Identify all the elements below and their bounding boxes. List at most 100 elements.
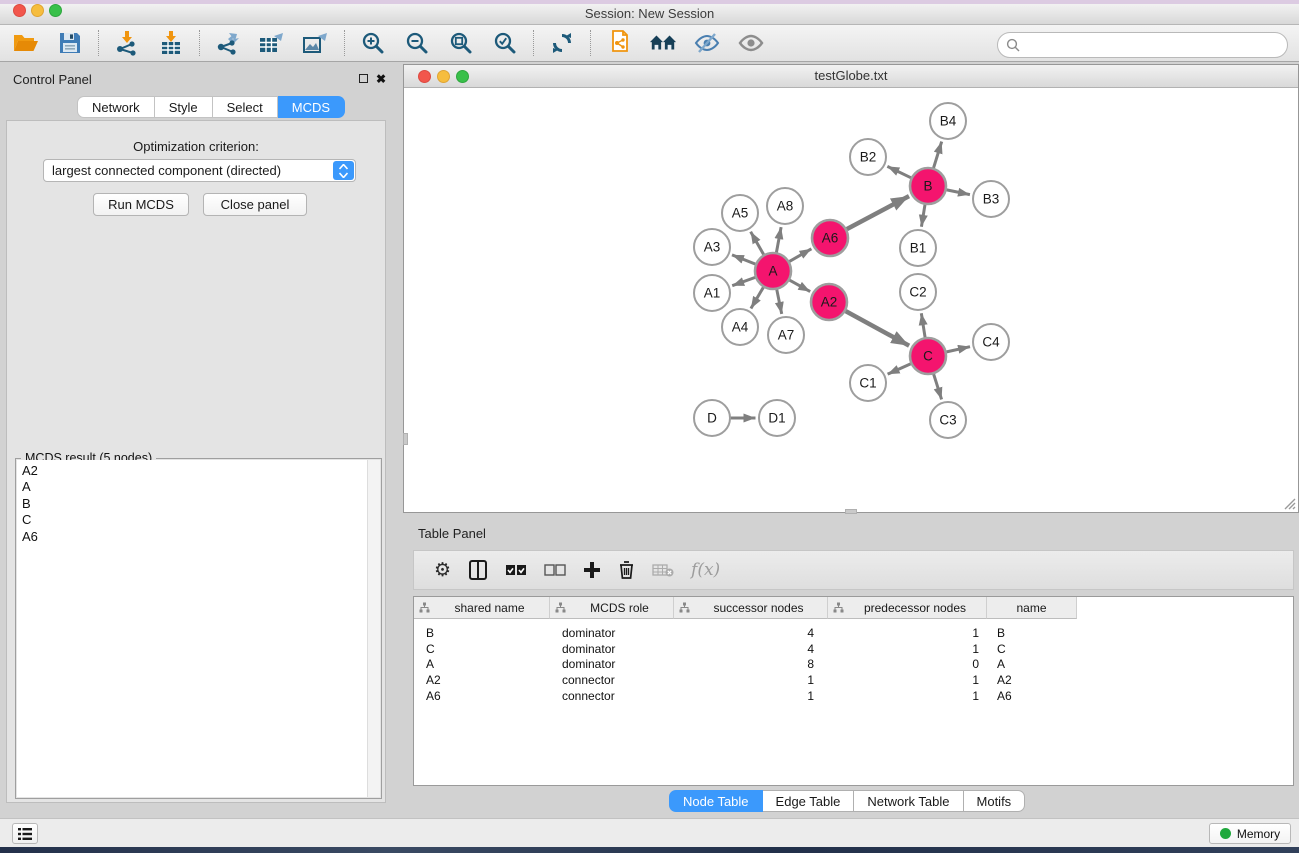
network-overview-icon[interactable]	[605, 29, 633, 57]
graph-edge[interactable]	[732, 277, 755, 285]
desktop-wallpaper-bottom	[0, 847, 1299, 853]
function-builder-icon: f(x)	[691, 557, 720, 583]
graph-edge[interactable]	[776, 227, 781, 253]
network-graph[interactable]: B4B2BB3A5A8A6A3B1AA1C2A2A4A7C4CC1C3DD1	[404, 88, 1298, 512]
column-header-successor-nodes[interactable]: successor nodes	[674, 597, 828, 619]
column-header-mcds-role[interactable]: MCDS role	[550, 597, 674, 619]
select-all-columns-icon[interactable]	[505, 557, 527, 583]
graph-node-label: A6	[822, 231, 839, 246]
table-settings-gear-icon[interactable]: ⚙	[434, 557, 451, 583]
search-input[interactable]	[997, 32, 1288, 58]
graph-edge[interactable]	[887, 166, 911, 178]
tab-node-table[interactable]: Node Table	[669, 790, 763, 812]
graph-node-label: C1	[859, 376, 876, 391]
node-table[interactable]: shared name MCDS role successor nodes pr…	[413, 596, 1294, 786]
graph-node-label: B2	[860, 150, 877, 165]
tab-network[interactable]: Network	[77, 96, 155, 118]
tab-edge-table[interactable]: Edge Table	[763, 790, 855, 812]
apply-layout-icon[interactable]	[548, 29, 576, 57]
graph-node-label: D	[707, 411, 717, 426]
export-table-icon[interactable]	[258, 29, 286, 57]
graph-node-label: B	[923, 179, 932, 194]
graph-edge[interactable]	[946, 347, 970, 352]
mcds-result-group: MCDS result (5 nodes) A2 A B C A6	[15, 458, 382, 799]
graph-edge[interactable]	[933, 142, 941, 169]
attribute-icon	[419, 602, 430, 613]
graph-edge[interactable]	[751, 287, 764, 309]
memory-status-icon	[1220, 828, 1231, 839]
graph-edge[interactable]	[846, 196, 909, 229]
table-row[interactable]: Bdominator41B	[414, 625, 1293, 641]
zoom-in-icon[interactable]	[359, 29, 387, 57]
graph-edge[interactable]	[845, 311, 909, 346]
float-panel-icon[interactable]	[359, 74, 368, 83]
delete-column-icon[interactable]	[618, 557, 635, 583]
result-list-scrollbar[interactable]	[367, 460, 380, 797]
graph-edge[interactable]	[732, 255, 756, 264]
show-all-icon[interactable]	[737, 29, 765, 57]
zoom-out-icon[interactable]	[403, 29, 431, 57]
graph-node-label: A4	[732, 320, 749, 335]
close-panel-icon[interactable]: ✖	[376, 74, 386, 84]
import-table-icon[interactable]	[157, 29, 185, 57]
table-panel-title: Table Panel	[418, 526, 486, 541]
tab-style[interactable]: Style	[155, 96, 213, 118]
unselect-all-columns-icon[interactable]	[544, 557, 566, 583]
list-item[interactable]: B	[22, 496, 368, 512]
home-icon[interactable]	[649, 29, 677, 57]
graph-edge[interactable]	[921, 204, 925, 227]
graph-edge[interactable]	[789, 280, 810, 292]
column-header-predecessor-nodes[interactable]: predecessor nodes	[828, 597, 987, 619]
column-header-shared-name[interactable]: shared name	[414, 597, 550, 619]
graph-edge[interactable]	[946, 190, 970, 195]
table-row[interactable]: A6connector11A6	[414, 688, 1293, 704]
table-row[interactable]: Cdominator41C	[414, 641, 1293, 657]
table-toolbar: ⚙ f(x)	[413, 550, 1294, 590]
zoom-selected-icon[interactable]	[491, 29, 519, 57]
criterion-dropdown[interactable]: largest connected component (directed)	[43, 159, 356, 182]
list-item[interactable]: C	[22, 512, 368, 528]
list-item[interactable]: A6	[22, 529, 368, 545]
graph-edge[interactable]	[789, 249, 811, 262]
graph-edge[interactable]	[777, 289, 782, 314]
memory-label: Memory	[1237, 827, 1280, 841]
graph-edge[interactable]	[934, 374, 942, 400]
mcds-result-list[interactable]: A2 A B C A6	[17, 460, 368, 797]
create-column-icon[interactable]	[583, 557, 601, 583]
table-row[interactable]: A2connector11A2	[414, 672, 1293, 688]
hide-selected-icon[interactable]	[693, 29, 721, 57]
app-title: Session: New Session	[0, 4, 1299, 25]
resize-grip-icon[interactable]	[1282, 496, 1296, 510]
memory-button[interactable]: Memory	[1209, 823, 1291, 844]
save-session-icon[interactable]	[56, 29, 84, 57]
tab-select[interactable]: Select	[213, 96, 278, 118]
optimization-criterion-label: Optimization criterion:	[7, 139, 385, 154]
graph-node-label: A2	[821, 295, 838, 310]
graph-edge[interactable]	[921, 313, 925, 337]
search-icon	[1006, 38, 1021, 53]
graph-edge[interactable]	[751, 232, 764, 255]
graph-node-label: C3	[939, 413, 956, 428]
close-panel-button[interactable]: Close panel	[203, 193, 307, 216]
zoom-fit-icon[interactable]	[447, 29, 475, 57]
tab-mcds[interactable]: MCDS	[278, 96, 345, 118]
run-mcds-button[interactable]: Run MCDS	[93, 193, 189, 216]
column-header-name[interactable]: name	[987, 597, 1077, 619]
graph-edge[interactable]	[888, 364, 912, 375]
export-image-icon[interactable]	[302, 29, 330, 57]
task-history-button[interactable]	[12, 823, 38, 844]
network-hscroll-thumb[interactable]	[845, 509, 857, 514]
network-vscroll-thumb[interactable]	[403, 433, 408, 445]
attribute-icon	[679, 602, 690, 613]
export-network-icon[interactable]	[214, 29, 242, 57]
network-canvas[interactable]: B4B2BB3A5A8A6A3B1AA1C2A2A4A7C4CC1C3DD1	[404, 88, 1298, 512]
show-columns-icon[interactable]	[468, 557, 488, 583]
import-network-icon[interactable]	[113, 29, 141, 57]
list-item[interactable]: A2	[22, 463, 368, 479]
open-session-icon[interactable]	[12, 29, 40, 57]
table-row[interactable]: Adominator80A	[414, 656, 1293, 672]
graph-node-label: A1	[704, 286, 721, 301]
list-item[interactable]: A	[22, 479, 368, 495]
tab-motifs[interactable]: Motifs	[964, 790, 1026, 812]
tab-network-table[interactable]: Network Table	[854, 790, 963, 812]
